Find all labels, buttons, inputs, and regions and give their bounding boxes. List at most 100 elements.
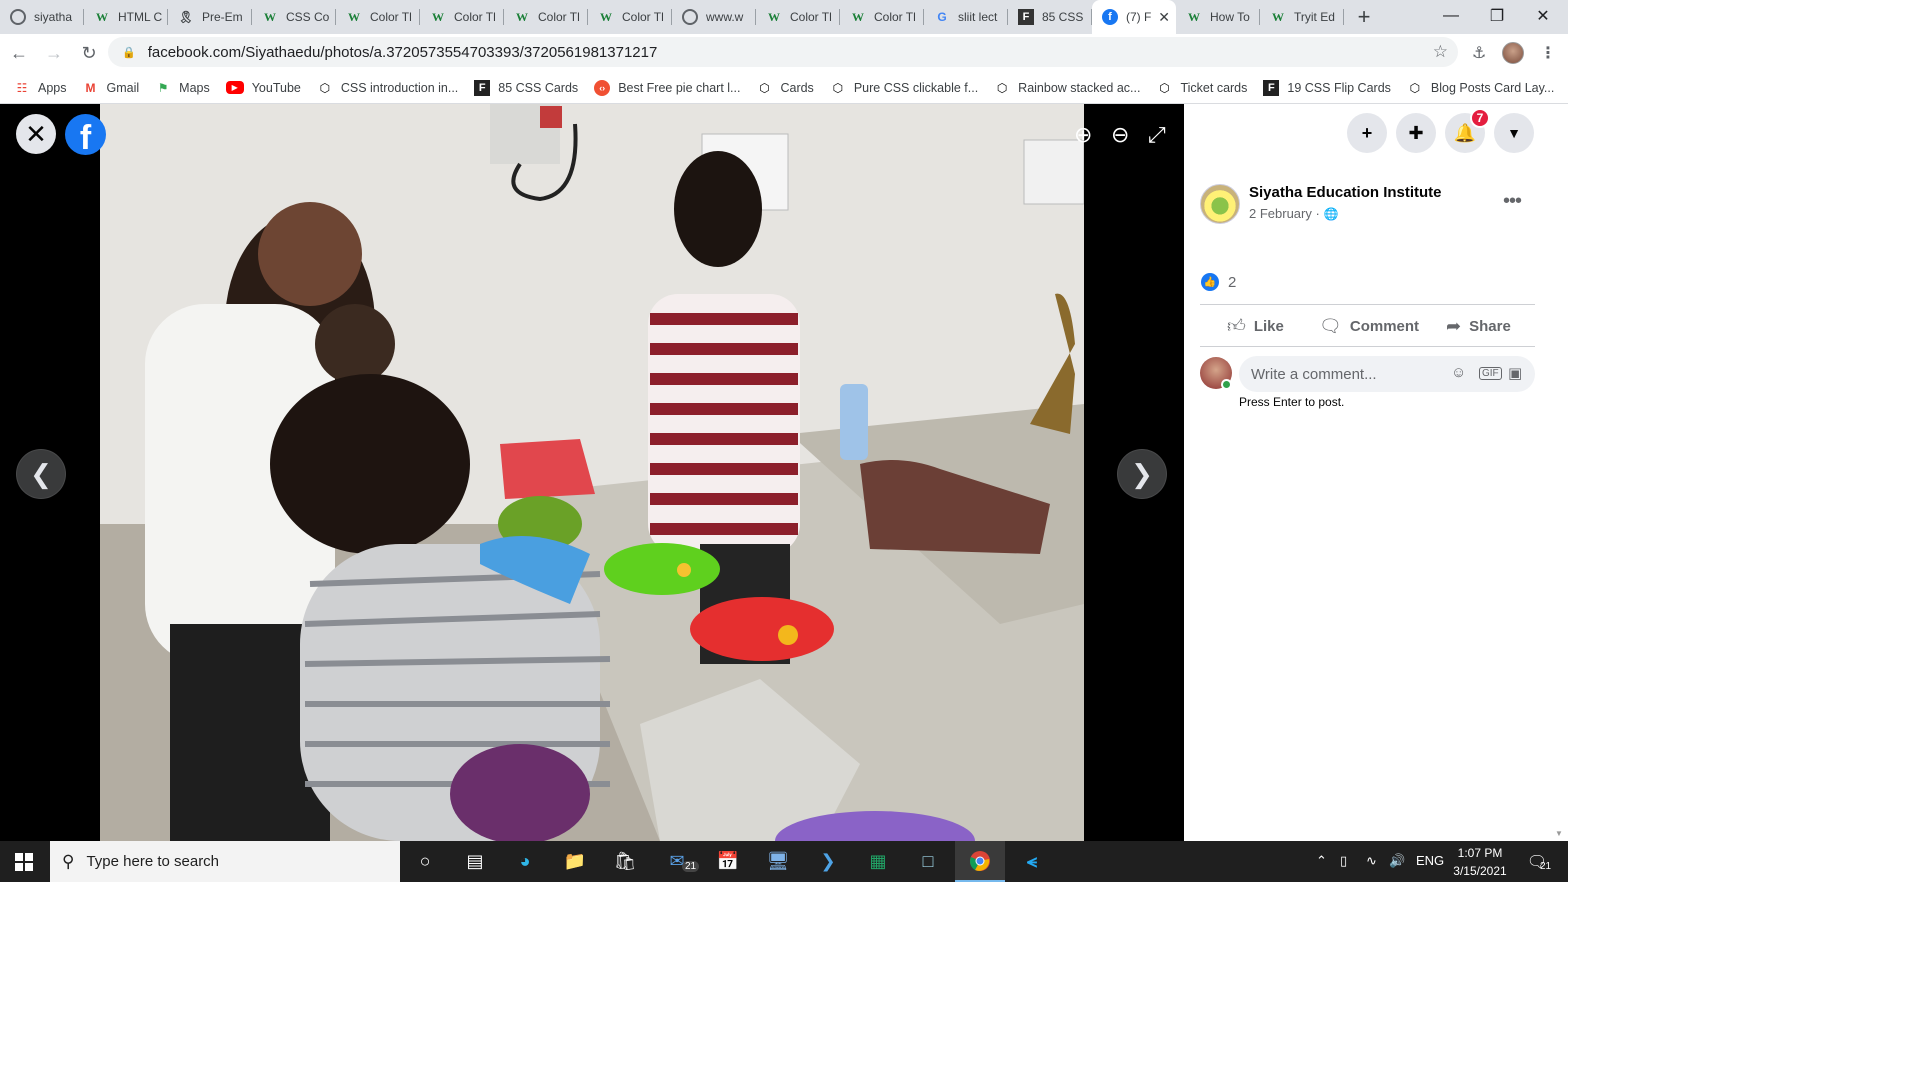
bookmark-star-icon[interactable]: ☆ — [1433, 42, 1448, 62]
profile-avatar[interactable] — [1502, 42, 1524, 64]
browser-tab[interactable]: W Color Tl — [420, 0, 504, 34]
create-button[interactable]: + — [1347, 113, 1387, 153]
next-photo-button[interactable]: ❯ — [1117, 449, 1167, 499]
bookmark-item[interactable]: ⬡ Ticket cards — [1156, 80, 1247, 96]
bookmark-item[interactable]: ⬡ Blog Posts Card Lay... — [1407, 80, 1555, 96]
browser-tab[interactable]: W Color Tl — [588, 0, 672, 34]
bookmark-item[interactable]: F 85 CSS Cards — [474, 79, 578, 96]
bookmark-item[interactable]: F 19 CSS Flip Cards — [1263, 79, 1391, 96]
bookmarks-bar: ☷ Apps M Gmail ⚑ Maps ▶ YouTube ⬡ CSS introductio… — [0, 72, 1568, 104]
account-menu-button[interactable]: ▼ — [1494, 113, 1534, 153]
apps-grid-icon: ☷ — [16, 80, 28, 95]
bookmark-item[interactable]: ☷ Apps — [14, 80, 67, 96]
online-status-dot — [1221, 379, 1232, 390]
restore-button[interactable]: ❐ — [1474, 0, 1520, 32]
browser-tab[interactable]: siyatha — [0, 0, 84, 34]
browser-tab[interactable]: W Color Tl — [504, 0, 588, 34]
fullscreen-icon[interactable]: ⤢ — [1148, 122, 1166, 148]
browser-tab[interactable]: W HTML C — [84, 0, 168, 34]
volume-icon[interactable]: 🔊 — [1389, 853, 1405, 869]
new-tab-button[interactable]: + — [1344, 0, 1384, 34]
browser-tab[interactable]: 🎗 Pre-Em — [168, 0, 252, 34]
task-view-icon[interactable]: ▤ — [450, 841, 500, 882]
language-indicator[interactable]: ENG — [1416, 853, 1444, 868]
forward-button[interactable]: → — [38, 37, 70, 69]
close-viewer-button[interactable]: ✕ — [16, 114, 56, 154]
bookmark-item[interactable]: ⬡ Pure CSS clickable f... — [830, 80, 979, 96]
calendar-icon[interactable]: 📅 — [703, 841, 753, 882]
messenger-icon[interactable]: ✚ — [1396, 113, 1436, 153]
close-window-button[interactable]: ✕ — [1520, 0, 1566, 32]
previous-photo-button[interactable]: ❮ — [16, 449, 66, 499]
file-explorer-icon[interactable]: 📁 — [550, 841, 600, 882]
minimize-button[interactable]: — — [1428, 0, 1474, 32]
post-date[interactable]: 2 February · 🌐 — [1249, 206, 1338, 221]
clock-date: 3/15/2021 — [1453, 864, 1507, 878]
reload-button[interactable]: ↻ — [73, 37, 105, 69]
like-reaction-icon[interactable]: 👍 — [1201, 273, 1219, 291]
excel-icon[interactable]: ▦ — [853, 841, 903, 882]
sticker-icon[interactable]: ▣ — [1508, 364, 1522, 382]
chrome-icon[interactable] — [955, 841, 1005, 882]
menu-dots-icon[interactable]: ⋮ — [1540, 43, 1556, 63]
browser-tab[interactable]: www.w — [672, 0, 756, 34]
remote-desktop-icon[interactable]: 🖥 — [753, 841, 803, 882]
gif-icon[interactable]: GIF — [1479, 367, 1502, 380]
tab-label: CSS Col — [286, 10, 330, 24]
browser-tab[interactable]: W Color Tl — [840, 0, 924, 34]
more-options-icon[interactable]: ••• — [1503, 190, 1522, 213]
bookmark-item[interactable]: ⚑ Maps — [155, 80, 210, 96]
browser-tab[interactable]: W Color Tl — [756, 0, 840, 34]
zoom-in-icon[interactable]: ⊕ — [1074, 122, 1092, 148]
bookmark-item[interactable]: ▶ YouTube — [225, 81, 301, 95]
extensions-icon[interactable]: ⚓ — [1472, 43, 1486, 63]
browser-tab[interactable]: F 85 CSS — [1008, 0, 1092, 34]
store-icon[interactable]: 🛍 — [600, 841, 650, 882]
emoji-icon[interactable]: ☺ — [1451, 364, 1466, 381]
browser-tab[interactable]: W How To — [1176, 0, 1260, 34]
post-date-text: 2 February · — [1249, 206, 1320, 221]
browser-tab[interactable]: f (7) F ✕ — [1092, 0, 1176, 34]
tab-label: siyatha — [34, 10, 73, 24]
browser-tab[interactable]: W Tryit Ed — [1260, 0, 1344, 34]
tab-label: Color Tl — [874, 10, 916, 24]
comment-button[interactable]: 🗨︎ Comment — [1319, 313, 1419, 339]
google-icon: G — [937, 10, 947, 24]
notes-icon[interactable]: □ — [903, 841, 953, 882]
battery-icon[interactable]: ▯ — [1340, 853, 1347, 869]
bookmark-item[interactable]: ⬡ Cards — [756, 80, 814, 96]
like-count[interactable]: 2 — [1228, 274, 1236, 291]
like-button[interactable]: 👍︎ Like — [1227, 313, 1284, 339]
browser-toolbar: ← → ↻ 🔒 facebook.com/Siyathaedu/photos/a… — [0, 34, 1568, 72]
powershell-icon[interactable]: ❯ — [803, 841, 853, 882]
chrome-logo — [970, 850, 990, 871]
post-panel — [1184, 104, 1550, 841]
bookmark-item[interactable]: M Gmail — [83, 80, 140, 96]
bookmark-item[interactable]: ⬡ Rainbow stacked ac... — [994, 80, 1141, 96]
browser-tab[interactable]: W CSS Col — [252, 0, 336, 34]
show-hidden-icons-icon[interactable]: ⌃ — [1316, 853, 1327, 869]
close-tab-icon[interactable]: ✕ — [1158, 9, 1170, 26]
action-center-icon[interactable]: 🗨 21 — [1514, 841, 1560, 882]
edge-icon[interactable]: ◕ — [500, 841, 550, 882]
browser-tab[interactable]: W Color Tl — [336, 0, 420, 34]
bookmark-item[interactable]: ‹› Best Free pie chart l... — [594, 79, 740, 96]
page-name-link[interactable]: Siyatha Education Institute — [1249, 184, 1442, 201]
facebook-logo[interactable]: f — [65, 114, 106, 157]
start-button[interactable] — [0, 841, 48, 882]
vscode-icon[interactable]: ⪪ — [1007, 841, 1057, 882]
zoom-out-icon[interactable]: ⊖ — [1111, 122, 1129, 148]
bookmark-label: 19 CSS Flip Cards — [1287, 80, 1391, 95]
bookmark-item[interactable]: ⬡ CSS introduction in... — [317, 80, 459, 96]
wifi-icon[interactable]: ∿ — [1366, 853, 1377, 869]
back-button[interactable]: ← — [3, 37, 35, 69]
page-avatar[interactable] — [1200, 184, 1240, 224]
cortana-icon[interactable]: ○ — [400, 841, 450, 882]
taskbar-clock[interactable]: 1:07 PM 3/15/2021 — [1448, 844, 1512, 880]
share-button[interactable]: ➦ Share — [1446, 313, 1511, 339]
browser-tab[interactable]: Gsliit lect — [924, 0, 1008, 34]
panel-scrollbar[interactable]: ▼ — [1550, 104, 1568, 841]
taskbar-search[interactable]: ⚲ Type here to search — [50, 841, 400, 882]
address-bar[interactable]: 🔒 facebook.com/Siyathaedu/photos/a.37205… — [108, 37, 1458, 67]
mail-icon[interactable]: ✉ 21 — [652, 841, 702, 882]
